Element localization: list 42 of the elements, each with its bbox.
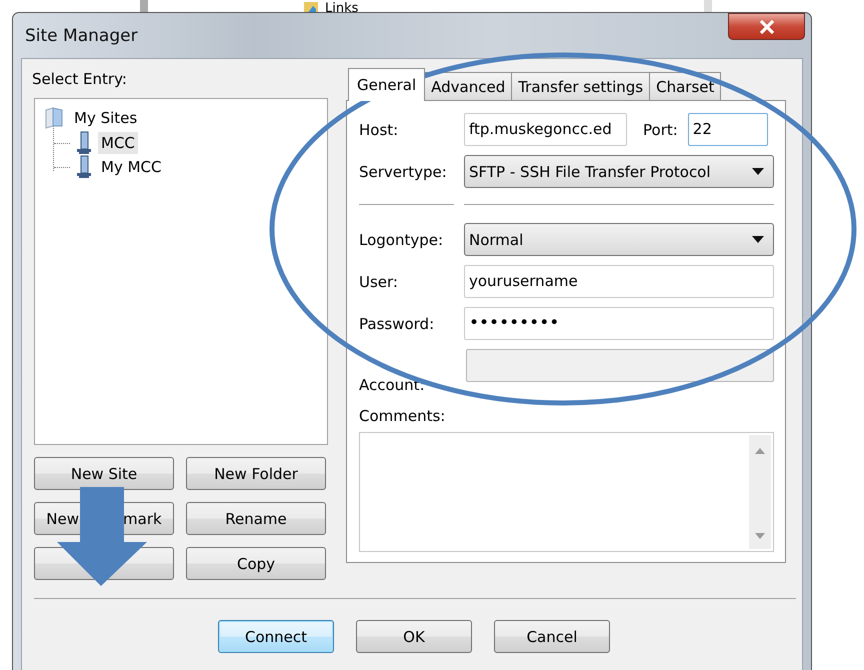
window-title: Site Manager (24, 26, 138, 46)
host-field[interactable]: ftp.muskegoncc.ed (464, 113, 627, 146)
dropdown[interactable]: Normal (464, 223, 774, 256)
field-label: Comments: (359, 407, 446, 425)
field-label: Host: (359, 120, 400, 138)
password-field[interactable]: ••••••••• (464, 307, 774, 340)
tab[interactable]: Advanced (424, 72, 512, 100)
caret-icon (752, 168, 764, 175)
scroll-down-icon[interactable] (755, 533, 765, 539)
user-field[interactable]: yourusername (464, 265, 774, 298)
button[interactable]: New Site (34, 457, 174, 490)
field-label: Logontype: (359, 230, 444, 248)
dropdown[interactable]: SFTP - SSH File Transfer Protocol (464, 155, 774, 188)
field-label: Account: (359, 376, 425, 394)
button[interactable]: OK (356, 620, 472, 653)
close-button[interactable] (728, 13, 805, 40)
button[interactable]: Rename (186, 502, 326, 535)
folder-name[interactable]: Links (325, 1, 358, 16)
select-entry-label: Select Entry: (32, 70, 128, 88)
folder-icon (45, 107, 65, 129)
close-icon (758, 20, 774, 34)
button[interactable]: Copy (186, 547, 326, 580)
tab[interactable]: Transfer settings (511, 72, 650, 100)
server-icon (76, 155, 92, 179)
field-label: User: (359, 272, 399, 290)
scrollbar[interactable] (749, 435, 771, 549)
tab[interactable]: Charset (649, 72, 722, 100)
comments-field[interactable] (359, 432, 774, 552)
button[interactable]: Connect (218, 620, 334, 653)
field-label: Password: (359, 314, 436, 332)
button[interactable]: Cancel (494, 620, 610, 653)
scroll-up-icon[interactable] (755, 448, 765, 454)
tree-item[interactable]: My Sites (71, 107, 140, 129)
field-label: Servertype: (359, 162, 448, 180)
button[interactable]: New Folder (186, 457, 326, 490)
caret-icon (752, 236, 764, 243)
tree-item[interactable]: MCC (98, 132, 138, 154)
port-field[interactable]: 22 (688, 113, 768, 146)
field-label: Port: (643, 120, 678, 138)
tab[interactable]: General (348, 68, 426, 101)
server-icon (76, 131, 92, 155)
tree-item[interactable]: My MCC (98, 156, 164, 178)
